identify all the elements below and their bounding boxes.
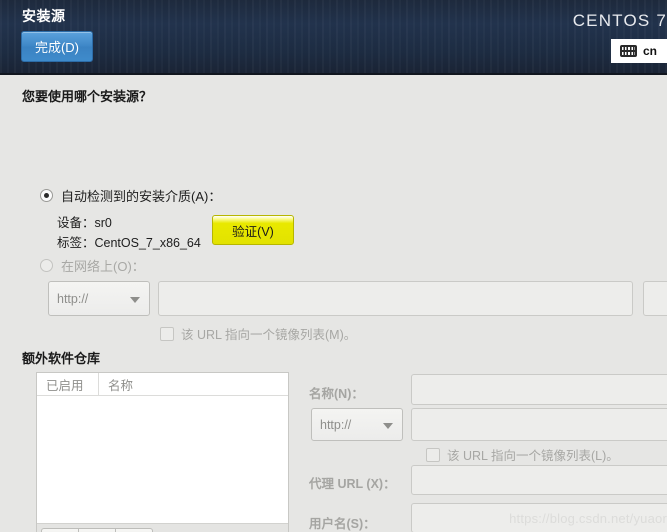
repo-protocol-select[interactable]: http:// [311, 408, 403, 441]
repo-mirrorlist-label: 该 URL 指向一个镜像列表(L)。 [447, 449, 619, 463]
network-mirrorlist-label: 该 URL 指向一个镜像列表(M)。 [181, 328, 357, 342]
network-url-input[interactable] [158, 281, 633, 316]
main-content: 您要使用哪个安装源？ 自动检测到的安装介质(A)： 设备：sr0 标签：Cent… [0, 75, 667, 532]
source-question: 您要使用哪个安装源？ [22, 89, 153, 104]
repo-list[interactable]: 已启用 名称 + − [36, 372, 289, 532]
page-title: 安装源 [22, 8, 66, 24]
radio-indicator-auto [40, 189, 53, 202]
repo-proxy-input[interactable] [411, 465, 667, 495]
repo-protocol-value: http:// [320, 417, 352, 432]
repo-url-input[interactable] [411, 408, 667, 441]
radio-label-network: 在网络上(O)： [61, 259, 145, 274]
done-button[interactable]: 完成(D) [21, 31, 93, 62]
repo-list-header: 已启用 名称 [37, 373, 288, 396]
repo-mirrorlist-checkbox[interactable]: 该 URL 指向一个镜像列表(L)。 [426, 445, 619, 464]
watermark: https://blog.csdn.net/yuaor [509, 511, 667, 526]
proxy-setup-button-partial[interactable] [643, 281, 667, 316]
repo-toolbar-buttons: + − [41, 528, 153, 532]
add-repo-button[interactable]: + [41, 528, 79, 532]
repo-list-toolbar: + − [37, 523, 288, 532]
repo-username-label: 用户名(S)： [309, 517, 376, 531]
chevron-down-icon-repo [383, 422, 393, 429]
network-protocol-value: http:// [57, 291, 89, 306]
media-label-line: 标签：CentOS_7_x86_64 [57, 236, 201, 250]
keyboard-icon [619, 45, 637, 57]
repo-proxy-label: 代理 URL (X)： [309, 477, 396, 491]
repo-list-body[interactable] [37, 396, 288, 523]
repo-name-label: 名称(N)： [309, 387, 364, 401]
keyboard-layout-label: cn [642, 44, 657, 58]
window-header: 安装源 完成(D) CENTOS 7 cn [0, 0, 667, 75]
reset-repo-button[interactable] [115, 528, 153, 532]
chevron-down-icon [130, 296, 140, 303]
radio-label-auto: 自动检测到的安装介质(A)： [61, 189, 222, 204]
radio-indicator-network [40, 259, 53, 272]
radio-auto-detected-media[interactable]: 自动检测到的安装介质(A)： [40, 186, 221, 205]
network-protocol-select[interactable]: http:// [48, 281, 150, 316]
verify-button[interactable]: 验证(V) [212, 215, 294, 245]
radio-on-the-network[interactable]: 在网络上(O)： [40, 256, 145, 275]
remove-repo-button[interactable]: − [78, 528, 116, 532]
column-header-enabled: 已启用 [37, 373, 99, 395]
keyboard-layout-indicator[interactable]: cn [610, 39, 667, 63]
checkbox-indicator-network-mirrorlist [160, 326, 174, 341]
network-mirrorlist-checkbox[interactable]: 该 URL 指向一个镜像列表(M)。 [160, 324, 356, 343]
extra-repos-title: 额外软件仓库 [22, 351, 101, 366]
repo-name-input[interactable] [411, 374, 667, 405]
device-line: 设备：sr0 [57, 216, 112, 230]
checkbox-indicator-repo-mirrorlist [426, 447, 440, 462]
column-header-name: 名称 [108, 378, 134, 393]
product-brand: CENTOS 7 [572, 11, 667, 30]
